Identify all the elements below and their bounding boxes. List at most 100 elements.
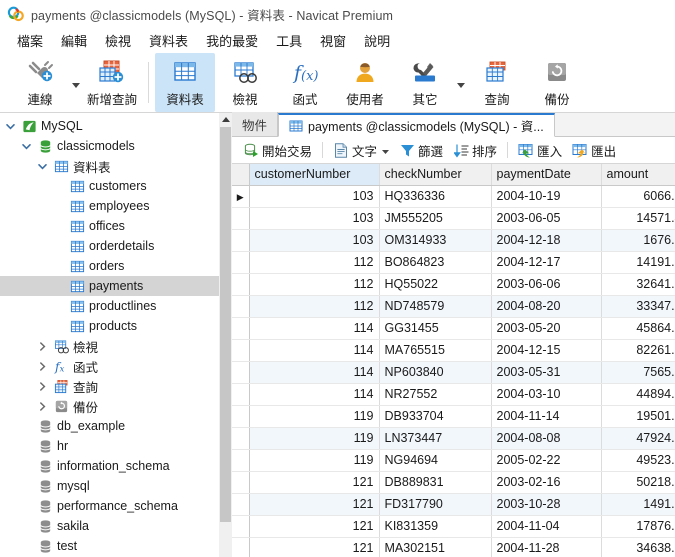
sidebar-scrollbar-thumb[interactable] [220,127,231,522]
table-row[interactable]: 103JM5552052003-06-0514571.44 [232,207,675,229]
cell-customerNumber[interactable]: 112 [249,251,379,273]
chevron-right-icon[interactable] [36,360,49,373]
cell-checkNumber[interactable]: LN373447 [379,427,491,449]
cell-checkNumber[interactable]: JM555205 [379,207,491,229]
cell-checkNumber[interactable]: NG94694 [379,449,491,471]
cell-paymentDate[interactable]: 2003-06-05 [491,207,601,229]
tree-item-products[interactable]: products [0,316,232,336]
data-grid-container[interactable]: customerNumber checkNumber paymentDate a… [232,164,675,557]
table-row[interactable]: 114GG314552003-05-2045864.03 [232,317,675,339]
chevron-down-icon[interactable] [4,120,17,133]
tree-item-orders[interactable]: orders [0,256,232,276]
menu-edit[interactable]: 編輯 [52,29,96,52]
table-row[interactable]: 114MA7655152004-12-1582261.22 [232,339,675,361]
cell-paymentDate[interactable]: 2004-11-14 [491,405,601,427]
cell-amount[interactable]: 32641.98 [601,273,675,295]
tree-item-[interactable]: fx函式 [0,356,232,376]
cell-paymentDate[interactable]: 2004-11-28 [491,537,601,557]
cell-customerNumber[interactable]: 103 [249,185,379,207]
toolbar-connection-button[interactable]: 連線 [10,53,70,112]
cell-checkNumber[interactable]: NR27552 [379,383,491,405]
tree-item-sakila[interactable]: sakila [0,516,232,536]
cell-amount[interactable]: 33347.88 [601,295,675,317]
tree-item-[interactable]: 檢視 [0,336,232,356]
cell-customerNumber[interactable]: 112 [249,273,379,295]
table-row[interactable]: 112ND7485792004-08-2033347.88 [232,295,675,317]
row-indicator-cell[interactable] [232,339,249,361]
cell-amount[interactable]: 19501.82 [601,405,675,427]
row-indicator-cell[interactable] [232,273,249,295]
cell-customerNumber[interactable]: 119 [249,427,379,449]
cell-paymentDate[interactable]: 2003-10-28 [491,493,601,515]
row-indicator-cell[interactable] [232,405,249,427]
tree-item-[interactable]: 資料表 [0,156,232,176]
menu-view[interactable]: 檢視 [96,29,140,52]
cell-customerNumber[interactable]: 112 [249,295,379,317]
tree-item-test[interactable]: test [0,536,232,556]
cell-amount[interactable]: 49523.67 [601,449,675,471]
cell-amount[interactable]: 44894.74 [601,383,675,405]
tree-item-[interactable]: 查詢 [0,376,232,396]
table-row[interactable]: ▶103HQ3363362004-10-196066.78 [232,185,675,207]
tree-item-payments[interactable]: payments [0,276,232,296]
chevron-right-icon[interactable] [36,340,49,353]
toolbar-other-button[interactable]: 其它 [395,53,455,112]
tree-item-classicmodels[interactable]: classicmodels [0,136,232,156]
column-header-paymentDate[interactable]: paymentDate [491,164,601,185]
cell-amount[interactable]: 1676.14 [601,229,675,251]
cell-paymentDate[interactable]: 2004-12-15 [491,339,601,361]
cell-customerNumber[interactable]: 103 [249,229,379,251]
cell-amount[interactable]: 45864.03 [601,317,675,339]
cell-paymentDate[interactable]: 2004-12-18 [491,229,601,251]
row-indicator-cell[interactable] [232,251,249,273]
chevron-down-icon[interactable] [36,160,49,173]
table-row[interactable]: 114NP6038402003-05-317565.08 [232,361,675,383]
table-row[interactable]: 119DB9337042004-11-1419501.82 [232,405,675,427]
cell-amount[interactable]: 7565.08 [601,361,675,383]
chevron-right-icon[interactable] [36,380,49,393]
toolbar-users-button[interactable]: 使用者 [335,53,395,112]
toolbar-views-button[interactable]: 檢視 [215,53,275,112]
cell-customerNumber[interactable]: 121 [249,493,379,515]
cell-checkNumber[interactable]: OM314933 [379,229,491,251]
cell-amount[interactable]: 17876.32 [601,515,675,537]
cell-amount[interactable]: 6066.78 [601,185,675,207]
row-indicator-cell[interactable] [232,537,249,557]
cell-paymentDate[interactable]: 2003-05-31 [491,361,601,383]
cell-amount[interactable]: 82261.22 [601,339,675,361]
cell-checkNumber[interactable]: GG31455 [379,317,491,339]
cell-checkNumber[interactable]: HQ55022 [379,273,491,295]
row-indicator-cell[interactable]: ▶ [232,185,249,207]
cell-paymentDate[interactable]: 2004-11-04 [491,515,601,537]
cell-checkNumber[interactable]: DB889831 [379,471,491,493]
chevron-down-icon[interactable] [20,140,33,153]
row-indicator-cell[interactable] [232,449,249,471]
tree-item-performance_schema[interactable]: performance_schema [0,496,232,516]
other-chevron-down-icon[interactable] [455,77,467,88]
cell-checkNumber[interactable]: ND748579 [379,295,491,317]
tree-item-employees[interactable]: employees [0,196,232,216]
cell-paymentDate[interactable]: 2004-10-19 [491,185,601,207]
cell-customerNumber[interactable]: 119 [249,405,379,427]
cell-customerNumber[interactable]: 121 [249,471,379,493]
cell-amount[interactable]: 14191.12 [601,251,675,273]
sort-button[interactable]: 排序 [448,139,502,162]
cell-customerNumber[interactable]: 114 [249,339,379,361]
import-button[interactable]: 匯入 [513,139,567,162]
text-button[interactable]: 文字 [328,139,394,162]
table-row[interactable]: 119NG946942005-02-2249523.67 [232,449,675,471]
cell-paymentDate[interactable]: 2005-02-22 [491,449,601,471]
table-row[interactable]: 121KI8313592004-11-0417876.32 [232,515,675,537]
row-indicator-cell[interactable] [232,383,249,405]
cell-checkNumber[interactable]: FD317790 [379,493,491,515]
menu-favorites[interactable]: 我的最愛 [197,29,267,52]
tree-item-db_example[interactable]: db_example [0,416,232,436]
cell-amount[interactable]: 14571.44 [601,207,675,229]
row-indicator-cell[interactable] [232,207,249,229]
table-row[interactable]: 114NR275522004-03-1044894.74 [232,383,675,405]
tree-item-information_schema[interactable]: information_schema [0,456,232,476]
toolbar-query-button[interactable]: 查詢 [467,53,527,112]
tree-item-mysql[interactable]: mysql [0,476,232,496]
cell-paymentDate[interactable]: 2004-03-10 [491,383,601,405]
tab-payments-data[interactable]: payments @classicmodels (MySQL) - 資... [278,113,555,137]
